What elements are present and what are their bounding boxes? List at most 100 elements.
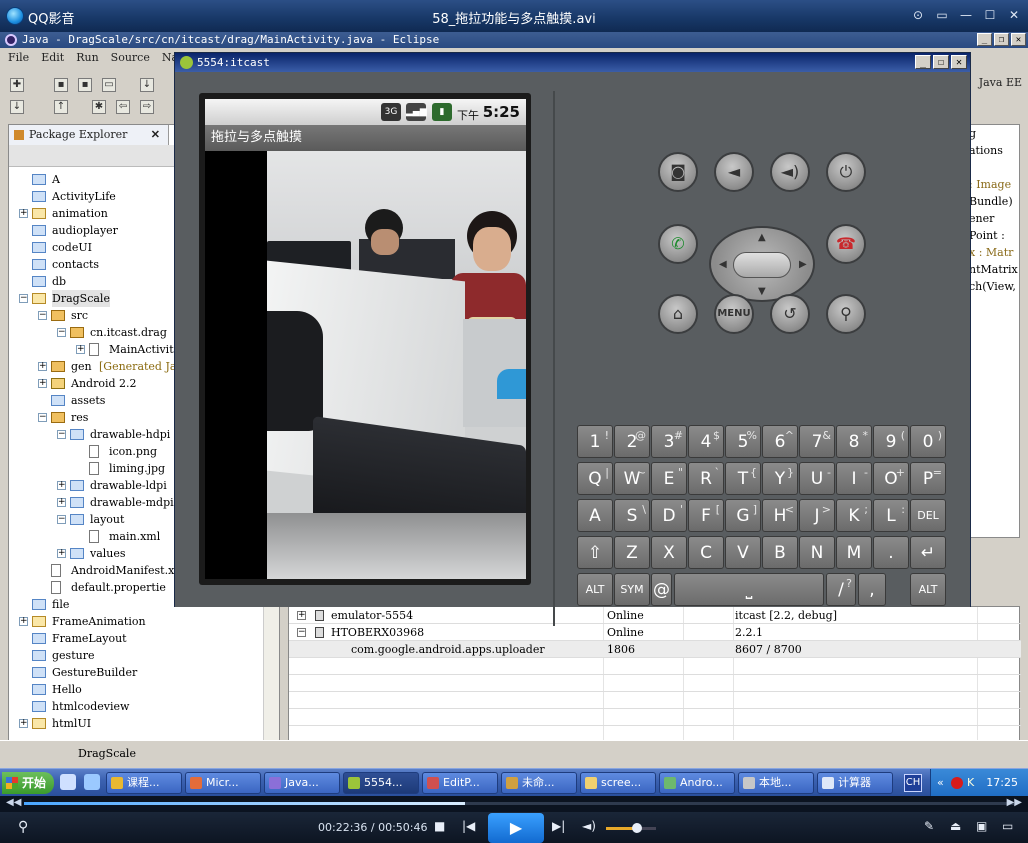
expand-icon[interactable]: + <box>297 611 306 620</box>
power-icon[interactable]: ⏻ <box>826 152 866 192</box>
dpad-down-icon[interactable]: ▼ <box>758 286 766 297</box>
key-c[interactable]: C <box>688 536 724 569</box>
expand-icon[interactable]: + <box>57 549 66 558</box>
space-key[interactable]: ⎵ <box>674 573 824 606</box>
key-6[interactable]: 6 ^ <box>762 425 798 458</box>
key-3[interactable]: 3 # <box>651 425 687 458</box>
outline-line[interactable] <box>969 159 1019 176</box>
dragged-photo[interactable] <box>267 151 526 579</box>
key-f[interactable]: F[ <box>688 499 724 532</box>
outline-line[interactable]: ch(View, <box>969 278 1019 295</box>
key-v[interactable]: V <box>725 536 761 569</box>
tray-k-icon[interactable]: K <box>967 776 974 789</box>
prev-annotation-icon[interactable]: ↑ <box>54 100 68 114</box>
key-5[interactable]: 5% <box>725 425 761 458</box>
delete-key[interactable]: DEL <box>910 499 946 532</box>
eclipse-restore-icon[interactable]: ❐ <box>994 33 1009 46</box>
stop-icon[interactable]: ■ <box>434 819 445 833</box>
outline-line[interactable]: Point : <box>969 227 1019 244</box>
seek-track[interactable] <box>24 802 1014 805</box>
fullscreen-icon[interactable]: ▭ <box>1002 819 1013 833</box>
play-button[interactable]: ▶ <box>488 813 544 843</box>
next-annotation-icon[interactable]: ↓ <box>10 100 24 114</box>
tree-item[interactable]: GestureBuilder <box>9 664 271 681</box>
volume-up-icon[interactable]: ◄) <box>770 152 810 192</box>
eclipse-minimize-icon[interactable]: _ <box>977 33 992 46</box>
key-k[interactable]: K; <box>836 499 872 532</box>
taskbar-button[interactable]: 计算器 <box>817 772 893 794</box>
collapse-icon[interactable]: − <box>57 515 66 524</box>
volume-icon[interactable]: ◄) <box>582 819 596 833</box>
seek-back-icon[interactable]: ◀◀ <box>6 797 21 808</box>
key-d[interactable]: D ' <box>651 499 687 532</box>
tree-item[interactable]: FrameLayout <box>9 630 271 647</box>
back-icon[interactable]: ↺ <box>770 294 810 334</box>
maximize-icon[interactable]: ☐ <box>982 8 998 23</box>
taskbar-button[interactable]: Andro... <box>659 772 735 794</box>
alt-key-left[interactable]: ALT <box>577 573 613 606</box>
quicklaunch-qq-icon[interactable] <box>60 774 76 790</box>
print-icon[interactable]: ▭ <box>102 78 116 92</box>
key-q[interactable]: Q | <box>577 462 613 495</box>
key-i[interactable]: I- <box>836 462 872 495</box>
back-nav-icon[interactable]: ⇦ <box>116 100 130 114</box>
expand-icon[interactable]: + <box>76 345 85 354</box>
seek-forward-icon[interactable]: ▶▶ <box>1007 797 1022 808</box>
tools-icon[interactable]: ✎ <box>924 819 934 833</box>
taskbar-button[interactable]: 未命... <box>501 772 577 794</box>
camera-icon[interactable]: ◙ <box>658 152 698 192</box>
tree-item[interactable]: Hello <box>9 681 271 698</box>
call-icon[interactable]: ✆ <box>658 224 698 264</box>
taskbar-button[interactable]: EditP... <box>422 772 498 794</box>
phone-screen[interactable]: 3G ▂▄▆ ▮ 下午 5:25 拖拉与多点触摸 <box>205 99 526 579</box>
volume-slider[interactable] <box>606 823 656 833</box>
menu-source[interactable]: Source <box>111 49 150 67</box>
tab-package-explorer[interactable]: Package Explorer ✕ <box>9 125 169 145</box>
eject-icon[interactable]: ⏏ <box>950 819 961 833</box>
collapse-icon[interactable]: − <box>297 628 306 637</box>
key-u[interactable]: U- <box>799 462 835 495</box>
key-8[interactable]: 8 * <box>836 425 872 458</box>
minimize-icon[interactable]: — <box>958 8 974 23</box>
home-icon[interactable]: ⌂ <box>658 294 698 334</box>
key-j[interactable]: J > <box>799 499 835 532</box>
dpad-left-icon[interactable]: ◀ <box>719 259 727 270</box>
outline-line[interactable]: Bundle) <box>969 193 1019 210</box>
outline-line[interactable]: ntMatrix <box>969 261 1019 278</box>
key-w[interactable]: W ~ <box>614 462 650 495</box>
taskbar-button[interactable]: 课程... <box>106 772 182 794</box>
outline-line[interactable]: ener <box>969 210 1019 227</box>
key-7[interactable]: 7 & <box>799 425 835 458</box>
last-edit-icon[interactable]: ✱ <box>92 100 106 114</box>
expand-icon[interactable]: + <box>19 617 28 626</box>
collapse-icon[interactable]: − <box>38 413 47 422</box>
volume-knob[interactable] <box>632 823 642 833</box>
mini-mode-icon[interactable]: ▭ <box>934 8 950 23</box>
key-h[interactable]: H < <box>762 499 798 532</box>
collapse-icon[interactable]: − <box>57 328 66 337</box>
start-button[interactable]: 开始 <box>2 772 54 794</box>
sym-key[interactable]: SYM <box>614 573 650 606</box>
tray-record-icon[interactable] <box>951 777 963 789</box>
key-a[interactable]: A <box>577 499 613 532</box>
perspective-switcher[interactable]: Java EE <box>979 76 1022 89</box>
expand-icon[interactable]: + <box>19 719 28 728</box>
collapse-icon[interactable]: − <box>57 430 66 439</box>
menu-edit[interactable]: Edit <box>41 49 64 67</box>
save-icon[interactable]: ▪ <box>54 78 68 92</box>
close-icon[interactable]: ✕ <box>1006 8 1022 23</box>
comma-key[interactable]: , <box>858 573 886 606</box>
tree-item[interactable]: gesture <box>9 647 271 664</box>
expand-icon[interactable]: + <box>38 379 47 388</box>
dpad-center-button[interactable] <box>733 252 791 278</box>
taskbar-button[interactable]: scree... <box>580 772 656 794</box>
next-icon[interactable]: ▶| <box>552 819 565 833</box>
menu-run[interactable]: Run <box>76 49 98 67</box>
taskbar-button[interactable]: Java... <box>264 772 340 794</box>
device-row[interactable]: + emulator-5554 Online itcast [2.2, debug] <box>289 607 1021 624</box>
key-l[interactable]: L: <box>873 499 909 532</box>
taskbar-button[interactable]: Micr... <box>185 772 261 794</box>
key-x[interactable]: X <box>651 536 687 569</box>
enter-key[interactable]: ↵ <box>910 536 946 569</box>
key-y[interactable]: Y} <box>762 462 798 495</box>
